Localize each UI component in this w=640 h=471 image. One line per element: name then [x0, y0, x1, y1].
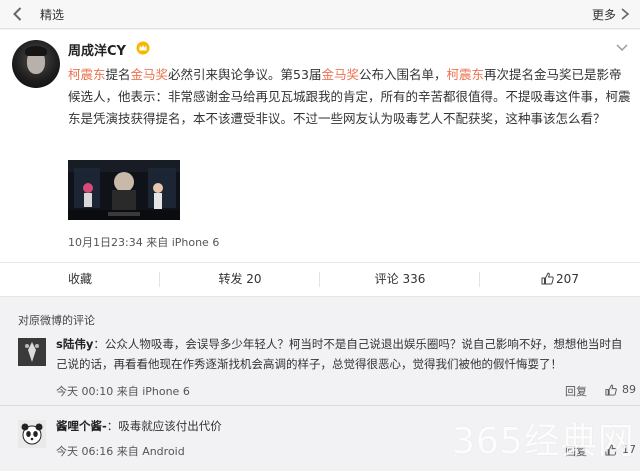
- weibo-post: 周成洋CY 柯震东提名金马奖必然引来舆论争议。第53届金马奖公布入围名单，柯震东…: [0, 30, 640, 262]
- reply-button[interactable]: 回复: [565, 383, 587, 399]
- commenter-avatar[interactable]: [18, 420, 46, 448]
- commenter-name[interactable]: 酱哩个酱-: [56, 419, 107, 433]
- post-text-segment: 必然引来舆论争议。第53届: [168, 67, 322, 82]
- action-bar: 收藏 转发 20 评论 336 207: [0, 262, 640, 297]
- commenter-avatar[interactable]: [18, 338, 46, 366]
- keyword-link[interactable]: 柯震东: [447, 67, 485, 82]
- favorite-button[interactable]: 收藏: [0, 263, 160, 296]
- comment-label: 评论 336: [374, 272, 426, 286]
- user-name[interactable]: 周成洋CY: [68, 40, 126, 59]
- favorite-label: 收藏: [67, 272, 92, 286]
- post-photo[interactable]: [68, 160, 180, 220]
- repost-button[interactable]: 转发 20: [160, 263, 320, 296]
- chevron-down-icon[interactable]: [616, 44, 628, 52]
- back-arrow-icon[interactable]: [10, 6, 26, 22]
- site-watermark: 365经典网: [452, 421, 635, 462]
- keyword-link[interactable]: 金马奖: [321, 67, 359, 82]
- verified-crown-icon: [136, 41, 150, 55]
- photo-thumbnail-icon: [68, 160, 180, 220]
- like-button[interactable]: 207: [480, 263, 640, 296]
- thumbs-up-icon[interactable]: [605, 384, 617, 396]
- keyword-link[interactable]: 金马奖: [131, 67, 169, 82]
- comment-timestamp: 今天 06:16 来自 Android: [56, 445, 185, 458]
- post-text-segment: 提名: [105, 67, 131, 82]
- post-timestamp: 10月1日23:34 来自 iPhone 6: [68, 236, 220, 249]
- top-bar: 精选 更多: [0, 0, 640, 29]
- comment-like-count: 89: [622, 383, 636, 396]
- comment-text: s陆伟y：公众人物吸毒，会误导多少年轻人？柯当时不是自己说退出娱乐圈吗？说自己影…: [56, 337, 623, 371]
- more-link[interactable]: 更多: [592, 6, 616, 23]
- comment-button[interactable]: 评论 336: [320, 263, 480, 296]
- keyword-link[interactable]: 柯震东: [68, 67, 106, 82]
- like-count: 207: [556, 272, 579, 286]
- thumbs-up-icon: [541, 272, 554, 285]
- comment-divider: [0, 405, 640, 406]
- repost-label: 转发 20: [218, 272, 262, 286]
- commenter-name[interactable]: s陆伟y: [56, 337, 93, 351]
- comment-item: s陆伟y：公众人物吸毒，会误导多少年轻人？柯当时不是自己说退出娱乐圈吗？说自己影…: [0, 332, 640, 402]
- page-title: 精选: [40, 8, 65, 22]
- comments-header: 对原微博的评论: [18, 314, 95, 327]
- user-avatar[interactable]: [12, 40, 60, 88]
- chevron-right-icon[interactable]: [620, 8, 630, 20]
- post-text-segment: 公布入围名单，: [358, 67, 447, 82]
- comment-timestamp: 今天 00:10 来自 iPhone 6: [56, 385, 190, 398]
- post-text: 柯震东提名金马奖必然引来舆论争议。第53届金马奖公布入围名单，柯震东再次提名金马…: [68, 64, 632, 130]
